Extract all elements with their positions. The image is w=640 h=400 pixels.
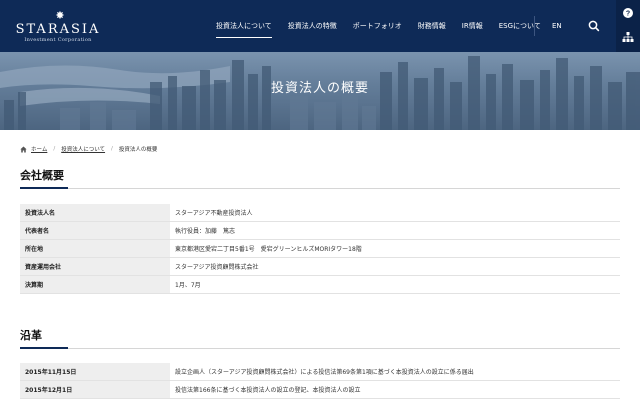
help-icon[interactable]: ? (621, 6, 635, 20)
row-value: 設立企画人（スターアジア投資顧問株式会社）による投信法第69条第1項に基づく本投… (170, 362, 620, 381)
nav-item-features[interactable]: 投資法人の特徴 (280, 0, 345, 52)
star-icon: ✸ (55, 9, 65, 22)
table-row: 決算期 1月、7月 (20, 275, 620, 294)
table-row: 2015年11月15日 設立企画人（スターアジア投資顧問株式会社）による投信法第… (20, 362, 620, 381)
row-value: 執行役員：加藤 篤志 (170, 221, 620, 240)
row-value: スターアジア不動産投資法人 (170, 203, 620, 222)
company-heading: 会社概要 (20, 169, 64, 182)
page-title: 投資法人の概要 (270, 81, 369, 96)
history-table: 2015年11月15日 設立企画人（スターアジア投資顧問株式会社）による投信法第… (20, 362, 620, 399)
table-row: 投資法人名 スターアジア不動産投資法人 (20, 203, 620, 222)
breadcrumb-about[interactable]: 投資法人について (61, 145, 105, 153)
breadcrumb: ホーム / 投資法人について / 投資法人の概要 (20, 144, 157, 154)
nav-item-financial[interactable]: 財務情報 (410, 0, 454, 52)
main-nav: 投資法人について 投資法人の特徴 ポートフォリオ 財務情報 IR情報 ESGにつ… (208, 0, 549, 52)
row-label: 決算期 (20, 275, 170, 294)
logo-text: STARASIA (15, 22, 101, 37)
brand-logo[interactable]: ✸ STARASIA Investment Corporation (12, 10, 104, 44)
language-switch[interactable]: EN (552, 0, 562, 52)
side-rail: ? (616, 0, 640, 52)
nav-item-esg[interactable]: ESGについて (491, 0, 549, 52)
row-label: 代表者名 (20, 221, 170, 240)
nav-divider (534, 16, 535, 36)
row-value: 1月、7月 (170, 275, 620, 294)
hero-banner: 投資法人の概要 (0, 52, 640, 130)
home-icon (20, 146, 27, 152)
site-header: ✸ STARASIA Investment Corporation 投資法人につ… (0, 0, 640, 52)
row-value: 東京都港区愛宕二丁目5番1号 愛宕グリーンヒルズMORIタワー18階 (170, 239, 620, 258)
nav-item-portfolio[interactable]: ポートフォリオ (345, 0, 410, 52)
breadcrumb-separator: / (53, 146, 56, 152)
sitemap-icon[interactable] (621, 30, 635, 44)
row-value: 投信法第166条に基づく本投資法人の設立の登記、本投資法人の設立 (170, 380, 620, 399)
search-icon[interactable] (586, 18, 602, 34)
breadcrumb-current: 投資法人の概要 (118, 147, 158, 153)
nav-item-about[interactable]: 投資法人について (208, 0, 280, 52)
table-row: 2015年12月1日 投信法第166条に基づく本投資法人の設立の登記、本投資法人… (20, 380, 620, 399)
row-label: 資産運用会社 (20, 257, 170, 276)
row-value: スターアジア投資顧問株式会社 (170, 257, 620, 276)
table-row: 所在地 東京都港区愛宕二丁目5番1号 愛宕グリーンヒルズMORIタワー18階 (20, 239, 620, 258)
row-label: 2015年11月15日 (20, 362, 170, 381)
heading-accent-rule (20, 347, 68, 349)
row-label: 所在地 (20, 239, 170, 258)
history-heading: 沿革 (20, 329, 42, 342)
table-row: 資産運用会社 スターアジア投資顧問株式会社 (20, 257, 620, 276)
row-label: 2015年12月1日 (20, 380, 170, 399)
svg-text:?: ? (626, 11, 630, 18)
nav-item-ir[interactable]: IR情報 (454, 0, 491, 52)
breadcrumb-home[interactable]: ホーム (31, 145, 47, 153)
logo-subtext: Investment Corporation (24, 37, 92, 43)
company-table: 投資法人名 スターアジア不動産投資法人 代表者名 執行役員：加藤 篤志 所在地 … (20, 203, 620, 294)
heading-accent-rule (20, 187, 68, 189)
heading-rule (68, 188, 620, 189)
row-label: 投資法人名 (20, 203, 170, 222)
table-row: 代表者名 執行役員：加藤 篤志 (20, 221, 620, 240)
heading-rule (68, 348, 620, 349)
breadcrumb-separator: / (111, 146, 113, 152)
